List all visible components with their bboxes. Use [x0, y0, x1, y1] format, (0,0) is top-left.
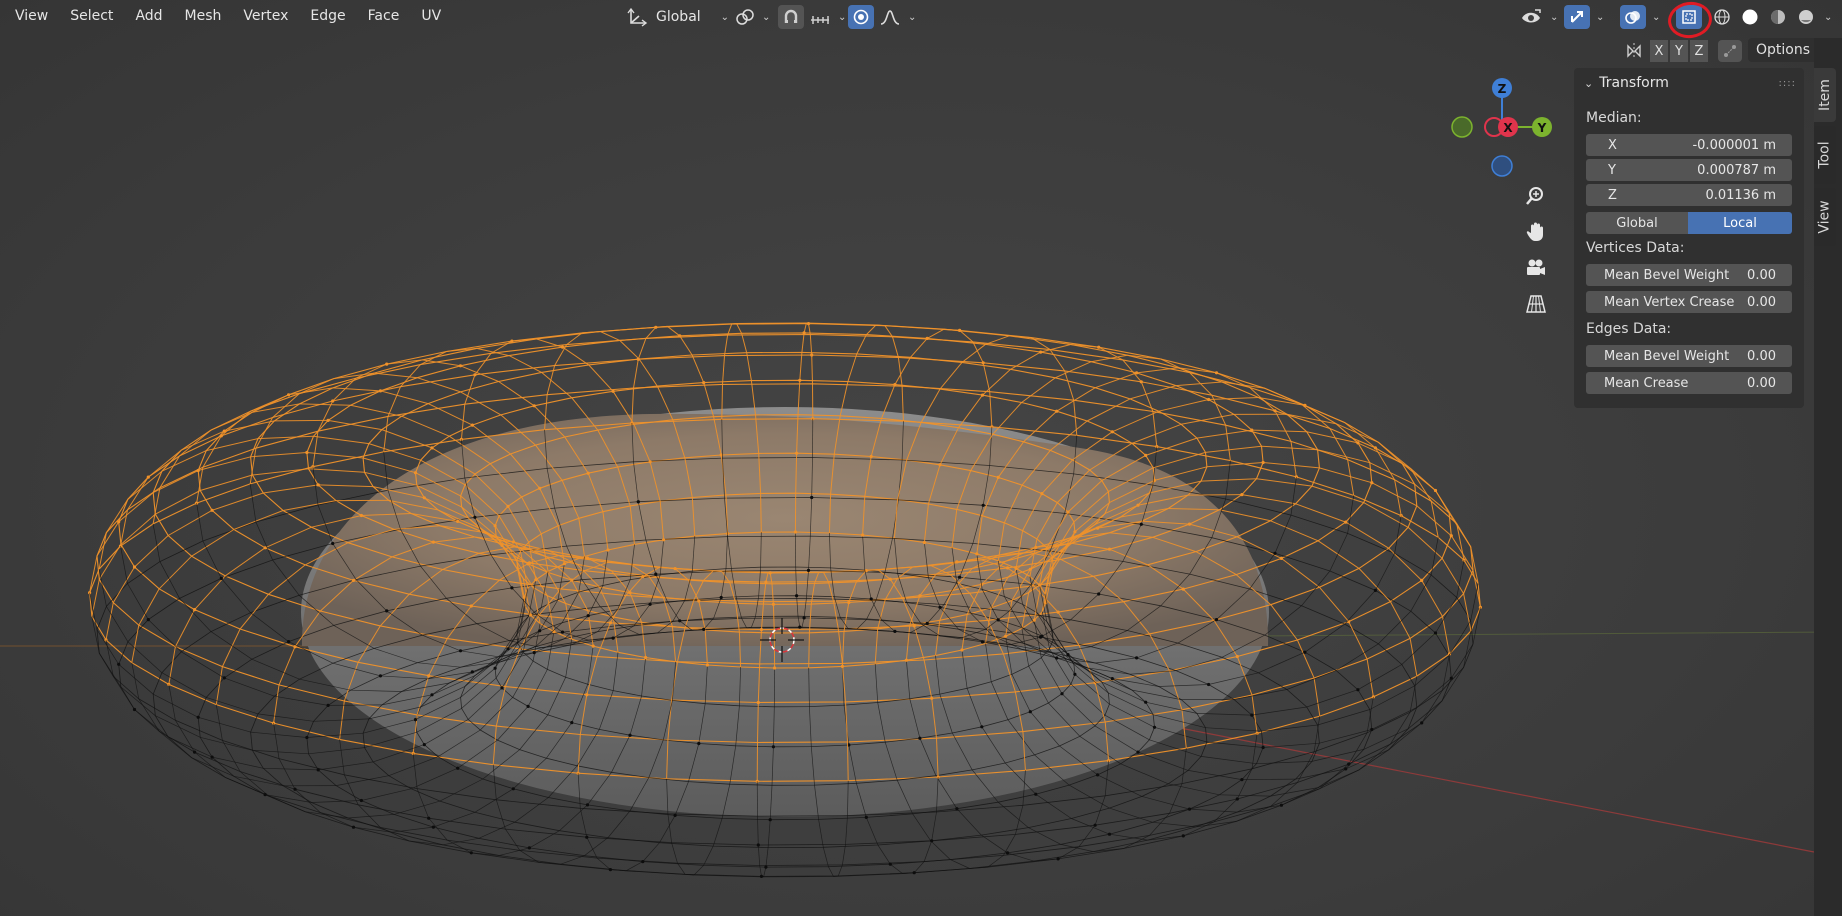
torus-mesh-scene[interactable]: [0, 0, 1842, 916]
edges-data-label: Edges Data:: [1586, 321, 1672, 337]
neg-y-axis-handle[interactable]: [1451, 116, 1473, 138]
field-key: Z: [1608, 187, 1617, 203]
material-preview-icon[interactable]: [1766, 5, 1790, 29]
median-label: Median:: [1586, 110, 1642, 126]
auto-merge-icon[interactable]: [1718, 40, 1742, 62]
y-axis-line-right: [1249, 631, 1842, 637]
chevron-down-icon[interactable]: ⌄: [1824, 12, 1832, 23]
field-value: 0.00: [1747, 375, 1776, 391]
wireframe-shading-icon[interactable]: [1710, 5, 1734, 29]
tab-view[interactable]: View: [1814, 188, 1836, 246]
mirror-z-toggle[interactable]: Z: [1690, 40, 1708, 62]
field-value: -0.000001 m: [1692, 137, 1776, 153]
menu-add[interactable]: Add: [124, 4, 173, 28]
field-value: 0.01136 m: [1705, 187, 1776, 203]
transform-orientation-dropdown[interactable]: Global ⌄: [626, 4, 729, 30]
y-axis-label: Y: [1537, 121, 1547, 135]
chevron-down-icon[interactable]: ⌄: [838, 12, 846, 23]
median-z-field[interactable]: Z 0.01136 m: [1586, 184, 1792, 206]
header-menu: View Select Add Mesh Vertex Edge Face UV: [4, 4, 452, 28]
field-key: Mean Vertex Crease: [1604, 294, 1735, 310]
local-toggle[interactable]: Local: [1688, 212, 1792, 234]
navigation-gizmo[interactable]: Z Y X: [1448, 72, 1562, 188]
orientation-label: Global: [656, 9, 701, 25]
field-key: X: [1608, 137, 1617, 153]
solid-shading-icon[interactable]: [1738, 5, 1762, 29]
median-x-field[interactable]: X -0.000001 m: [1586, 134, 1792, 156]
tab-view-label: View: [1817, 200, 1834, 234]
gizmo-group: ⌄: [1564, 4, 1604, 30]
field-value: 0.00: [1747, 348, 1776, 364]
chevron-down-icon[interactable]: ⌄: [1652, 12, 1660, 23]
median-y-field[interactable]: Y 0.000787 m: [1586, 159, 1792, 181]
mirror-y-toggle[interactable]: Y: [1670, 40, 1688, 62]
chevron-down-icon: ⌄: [762, 11, 771, 23]
snap-target-icon[interactable]: [808, 5, 832, 29]
transform-panel: ⌄ Transform :::: Median: X -0.000001 m Y…: [1574, 68, 1804, 408]
field-value: 0.000787 m: [1697, 162, 1776, 178]
tab-item-label: Item: [1817, 79, 1833, 111]
field-key: Y: [1608, 162, 1616, 178]
perspective-grid-icon[interactable]: [1522, 290, 1550, 318]
menu-view[interactable]: View: [4, 4, 59, 28]
proportional-editing-icon[interactable]: [848, 5, 874, 29]
transform-orientation-icon: [626, 7, 648, 27]
chevron-down-icon: ⌄: [1550, 11, 1559, 23]
menu-mesh[interactable]: Mesh: [174, 4, 233, 28]
chevron-down-icon: ⌄: [1584, 76, 1594, 90]
menu-select[interactable]: Select: [59, 4, 124, 28]
menu-edge[interactable]: Edge: [299, 4, 356, 28]
tab-item[interactable]: Item: [1814, 68, 1836, 122]
mirror-axis-group: X Y Z: [1624, 38, 1742, 64]
mean-crease-field[interactable]: Mean Crease 0.00: [1586, 372, 1792, 394]
menu-face[interactable]: Face: [357, 4, 411, 28]
global-toggle[interactable]: Global: [1586, 212, 1688, 234]
gizmo-toggle-icon[interactable]: [1564, 5, 1590, 29]
camera-view-icon[interactable]: [1522, 254, 1550, 282]
z-axis-label: Z: [1498, 82, 1507, 96]
field-value: 0.00: [1747, 267, 1776, 283]
rendered-shading-icon[interactable]: [1794, 5, 1818, 29]
menu-vertex[interactable]: Vertex: [232, 4, 299, 28]
3d-viewport[interactable]: Z Y X: [0, 0, 1842, 916]
chevron-down-icon[interactable]: ⌄: [1596, 12, 1604, 23]
transform-panel-header[interactable]: ⌄ Transform ::::: [1574, 68, 1804, 98]
pivot-point-icon: [734, 7, 756, 27]
options-label: Options: [1756, 42, 1811, 58]
overlays-icon[interactable]: [1620, 5, 1646, 29]
vertices-data-label: Vertices Data:: [1586, 240, 1685, 256]
snap-group: ⌄: [778, 4, 846, 30]
hand-pan-icon[interactable]: [1522, 218, 1550, 246]
panel-title: Transform: [1599, 75, 1669, 91]
x-axis-label: X: [1503, 121, 1513, 135]
field-value: 0.00: [1747, 294, 1776, 310]
snap-icon[interactable]: [778, 5, 804, 29]
mirror-x-toggle[interactable]: X: [1650, 40, 1668, 62]
mean-bevel-weight-edge-field[interactable]: Mean Bevel Weight 0.00: [1586, 345, 1792, 367]
proportional-group: ⌄: [848, 4, 916, 30]
eye-visibility-icon: [1520, 7, 1544, 27]
pivot-point-dropdown[interactable]: ⌄: [734, 4, 770, 30]
field-key: Mean Bevel Weight: [1604, 348, 1730, 364]
mirror-icon: [1624, 41, 1644, 61]
field-key: Mean Crease: [1604, 375, 1689, 391]
falloff-curve-icon[interactable]: [878, 5, 902, 29]
chevron-down-icon: ⌄: [720, 11, 730, 23]
zoom-icon[interactable]: [1522, 182, 1550, 210]
mean-vertex-crease-field[interactable]: Mean Vertex Crease 0.00: [1586, 291, 1792, 313]
neg-z-axis-handle[interactable]: [1491, 155, 1513, 177]
tab-tool[interactable]: Tool: [1814, 126, 1836, 184]
viewport-header: View Select Add Mesh Vertex Edge Face UV…: [0, 0, 1842, 62]
overlays-group: ⌄: [1620, 4, 1660, 30]
field-key: Mean Bevel Weight: [1604, 267, 1730, 283]
menu-uv[interactable]: UV: [410, 4, 452, 28]
mean-bevel-weight-vertex-field[interactable]: Mean Bevel Weight 0.00: [1586, 264, 1792, 286]
drag-handle-icon[interactable]: ::::: [1779, 78, 1796, 89]
visibility-group[interactable]: ⌄: [1520, 4, 1558, 30]
tab-tool-label: Tool: [1817, 141, 1834, 169]
chevron-down-icon[interactable]: ⌄: [908, 12, 916, 23]
